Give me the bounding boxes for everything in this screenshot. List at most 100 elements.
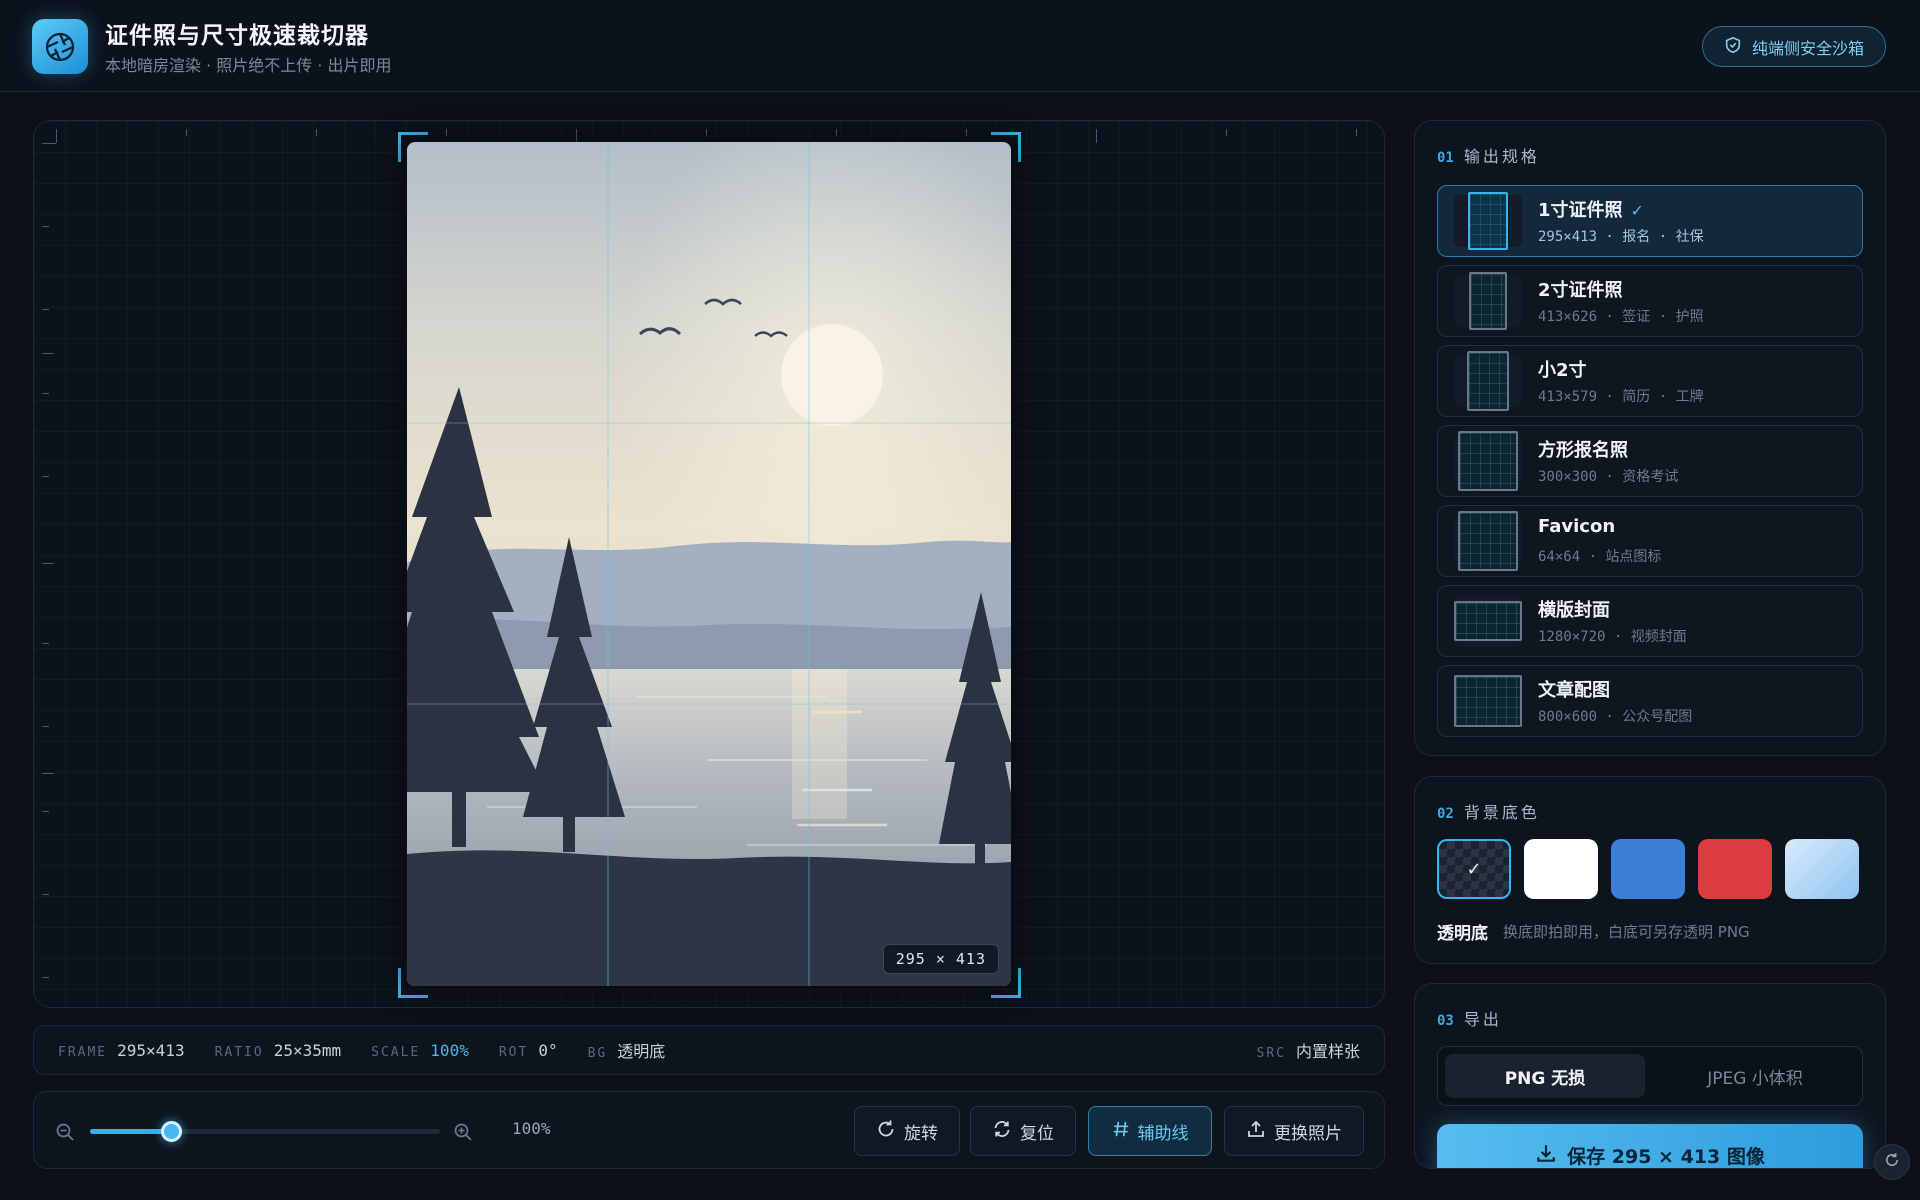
- spec-item-article[interactable]: 文章配图 800×600 · 公众号配图: [1437, 665, 1863, 737]
- check-icon: ✓: [1466, 858, 1482, 880]
- app-header: 证件照与尺寸极速裁切器 本地暗房渲染 · 照片绝不上传 · 出片即用 纯端侧安全…: [0, 0, 1920, 92]
- ruler-tick: [186, 129, 187, 136]
- spec-item-cover[interactable]: 横版封面 1280×720 · 视频封面: [1437, 585, 1863, 657]
- upload-icon: [1246, 1119, 1266, 1144]
- specs-panel-number: 01: [1437, 150, 1454, 166]
- ruler-tick: [42, 726, 49, 727]
- ruler-tick: [42, 773, 54, 774]
- spec-item-2inch[interactable]: 2寸证件照 413×626 · 签证 · 护照: [1437, 265, 1863, 337]
- swatch-white[interactable]: [1524, 839, 1598, 899]
- reset-button[interactable]: 复位: [970, 1106, 1076, 1156]
- ruler-tick: [42, 143, 56, 144]
- spec-thumbnail: [1454, 192, 1522, 250]
- status-source: SRC 内置样张: [1257, 1038, 1361, 1062]
- spec-thumbnail: [1454, 272, 1522, 330]
- rotate-label: 旋转: [904, 1123, 938, 1144]
- swatch-blue[interactable]: [1611, 839, 1685, 899]
- check-icon: ✓: [1630, 201, 1644, 220]
- replace-photo-button[interactable]: 更换照片: [1224, 1106, 1364, 1156]
- spec-item-name: 文章配图: [1538, 680, 1610, 701]
- guides-toggle-button[interactable]: 辅助线: [1088, 1106, 1212, 1156]
- spec-item-favicon[interactable]: Favicon 64×64 · 站点图标: [1437, 505, 1863, 577]
- ruler-tick: [42, 476, 49, 477]
- specs-panel: 01 输出规格 1寸证件照 ✓ 295×413 · 报名 · 社保 2寸证件照 4…: [1414, 120, 1886, 756]
- save-label: 保存 295 × 413 图像: [1567, 1146, 1765, 1168]
- format-jpeg-option[interactable]: JPEG 小体积: [1655, 1054, 1855, 1098]
- landscape-photo: [407, 142, 1011, 986]
- spec-item-name: Favicon: [1538, 516, 1616, 537]
- status-rot-value: 0°: [538, 1040, 558, 1060]
- ruler-tick: [706, 129, 707, 136]
- download-icon: [1535, 1142, 1557, 1168]
- status-frame: FRAME 295×413: [58, 1041, 185, 1060]
- ruler-tick: [1096, 129, 1097, 143]
- spec-item-desc: 413×579 · 简历 · 工牌: [1538, 389, 1704, 405]
- background-panel-number: 02: [1437, 806, 1454, 822]
- swatch-gradient-blue[interactable]: [1785, 839, 1859, 899]
- spec-item-name: 1寸证件照 ✓: [1538, 200, 1644, 221]
- spec-thumbnail: [1454, 511, 1522, 571]
- export-panel: 03 导出 PNG 无损 JPEG 小体积 保存 295 × 413 图像: [1414, 983, 1886, 1169]
- spec-thumbnail: [1454, 431, 1522, 491]
- spec-item-square[interactable]: 方形报名照 300×300 · 资格考试: [1437, 425, 1863, 497]
- spec-item-1inch[interactable]: 1寸证件照 ✓ 295×413 · 报名 · 社保: [1437, 185, 1863, 257]
- spec-item-name: 小2寸: [1538, 360, 1587, 381]
- sandbox-badge[interactable]: 纯端侧安全沙箱: [1702, 26, 1886, 67]
- editor-toolbar: 100% 旋转 复位 辅助线 更换照片: [33, 1091, 1385, 1169]
- sandbox-label: 纯端侧安全沙箱: [1751, 38, 1864, 58]
- background-panel-title: 02 背景底色: [1437, 799, 1540, 823]
- app-subtitle: 本地暗房渲染 · 照片绝不上传 · 出片即用: [105, 56, 392, 75]
- swatch-transparent[interactable]: ✓: [1437, 839, 1511, 899]
- zoom-slider-thumb[interactable]: [160, 1121, 182, 1142]
- spec-item-name: 方形报名照: [1538, 440, 1628, 461]
- ruler-tick: [966, 129, 967, 136]
- refresh-button[interactable]: [1874, 1144, 1910, 1180]
- status-ratio: RATIO 25×35mm: [215, 1041, 342, 1060]
- status-scale-key: SCALE: [371, 1044, 421, 1060]
- status-ratio-value: 25×35mm: [273, 1040, 342, 1060]
- background-panel-name: 背景底色: [1463, 803, 1540, 822]
- status-frame-value: 295×413: [117, 1040, 185, 1060]
- zoom-slider-fill: [90, 1129, 171, 1134]
- zoom-in-icon[interactable]: [453, 1122, 473, 1146]
- save-image-button[interactable]: 保存 295 × 413 图像: [1437, 1124, 1863, 1168]
- aperture-logo-icon: [32, 19, 88, 74]
- zoom-slider[interactable]: [90, 1121, 440, 1142]
- spec-item-small-2inch[interactable]: 小2寸 413×579 · 简历 · 工牌: [1437, 345, 1863, 417]
- format-selector: PNG 无损 JPEG 小体积: [1437, 1046, 1863, 1106]
- specs-panel-name: 输出规格: [1463, 147, 1540, 166]
- status-rotation: ROT 0°: [499, 1041, 558, 1060]
- reset-label: 复位: [1020, 1123, 1054, 1144]
- status-frame-key: FRAME: [58, 1044, 108, 1060]
- status-bg-value: 透明底: [617, 1042, 666, 1061]
- spec-item-desc: 800×600 · 公众号配图: [1538, 709, 1693, 725]
- replace-photo-label: 更换照片: [1274, 1123, 1342, 1144]
- reset-icon: [992, 1119, 1012, 1144]
- background-selected-label: 透明底: [1437, 924, 1488, 944]
- spec-item-desc: 413×626 · 签证 · 护照: [1538, 309, 1704, 325]
- format-png-option[interactable]: PNG 无损: [1445, 1054, 1645, 1098]
- shield-icon: [1724, 36, 1742, 58]
- specs-panel-title: 01 输出规格: [1437, 143, 1540, 167]
- app-title: 证件照与尺寸极速裁切器: [105, 23, 369, 49]
- ruler-tick: [576, 129, 577, 143]
- swatch-red[interactable]: [1698, 839, 1772, 899]
- ruler-tick: [42, 393, 49, 394]
- ruler-tick: [42, 309, 49, 310]
- status-ratio-key: RATIO: [214, 1044, 264, 1060]
- export-panel-number: 03: [1437, 1013, 1454, 1029]
- frame-size-badge: 295 × 413: [882, 944, 999, 974]
- ruler-tick: [56, 129, 57, 143]
- rotate-button[interactable]: 旋转: [854, 1106, 960, 1156]
- photo-preview[interactable]: 295 × 413: [407, 142, 1011, 986]
- status-src-value: 内置样张: [1295, 1042, 1360, 1061]
- hash-icon: [1112, 1120, 1130, 1143]
- ruler-tick: [42, 563, 54, 564]
- spec-item-name: 横版封面: [1538, 600, 1610, 621]
- refresh-icon: [1884, 1152, 1900, 1172]
- status-scale-value: 100%: [430, 1040, 469, 1060]
- ruler-tick: [1226, 129, 1227, 136]
- zoom-out-icon[interactable]: [55, 1122, 75, 1146]
- status-rot-key: ROT: [498, 1044, 529, 1060]
- ruler-tick: [446, 129, 447, 136]
